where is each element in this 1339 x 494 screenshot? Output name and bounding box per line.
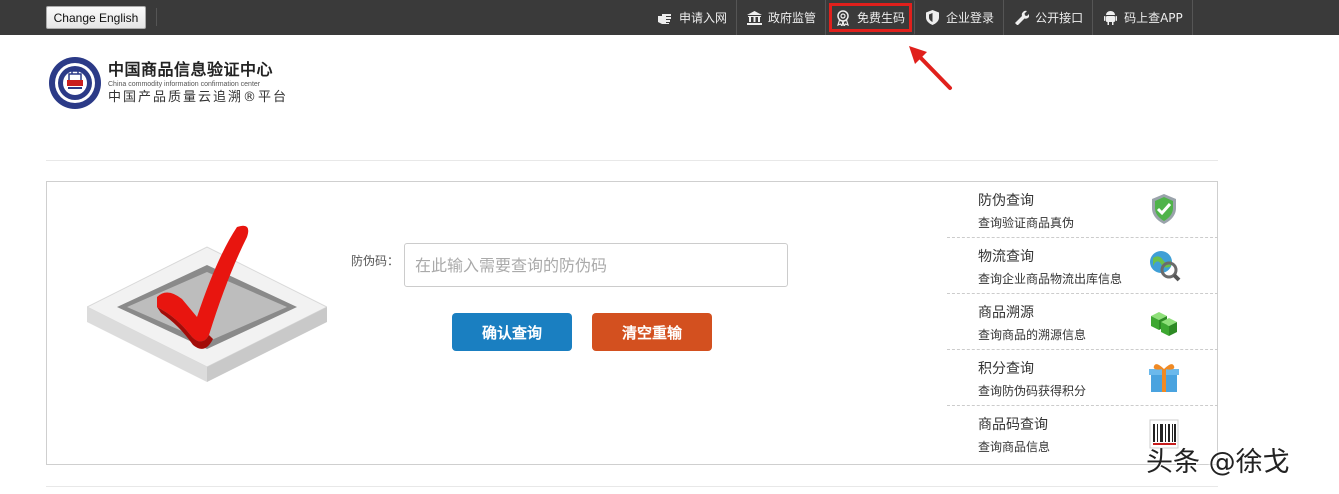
wrench-icon (1013, 10, 1029, 26)
query-type-menu: 防伪查询 查询验证商品真伪 物流查询 查询企业商品物流出库信息 商品溯源 查询商… (947, 182, 1218, 465)
menu-item-logistics-query[interactable]: 物流查询 查询企业商品物流出库信息 (947, 238, 1218, 294)
logo-platform: 中国产品质量云追溯®平台 (108, 90, 289, 105)
menu-item-title: 商品溯源 (978, 305, 1034, 321)
confirm-query-button[interactable]: 确认查询 (452, 313, 572, 351)
menu-item-title: 物流查询 (978, 249, 1034, 265)
query-panel: 防伪码： 确认查询 清空重输 防伪查询 查询验证商品真伪 物流查询 查询企业商品… (46, 181, 1218, 465)
nav-label: 免费生码 (857, 11, 906, 25)
top-bar: Change English 申请入网 政府监管 免费生码 企业登录 公开接口 … (0, 0, 1339, 35)
green-cubes-icon (1151, 312, 1177, 336)
menu-item-anti-fake-query[interactable]: 防伪查询 查询验证商品真伪 (947, 182, 1218, 238)
top-nav: 申请入网 政府监管 免费生码 企业登录 公开接口 码上查APP (648, 0, 1193, 35)
nav-government[interactable]: 政府监管 (737, 0, 827, 35)
hand-pointer-icon (657, 10, 673, 26)
gift-box-icon (1149, 364, 1179, 392)
logo-subtitle-en: China commodity information confirmation… (108, 81, 261, 88)
nav-label: 政府监管 (768, 11, 817, 25)
menu-item-title: 积分查询 (978, 361, 1034, 377)
shield-check-icon (1152, 194, 1176, 224)
nav-label: 公开接口 (1035, 11, 1084, 25)
government-building-icon (746, 10, 762, 26)
menu-item-traceability[interactable]: 商品溯源 查询商品的溯源信息 (947, 294, 1218, 350)
nav-app-download[interactable]: 码上查APP (1093, 0, 1193, 35)
menu-item-title: 防伪查询 (978, 193, 1034, 209)
footer-divider (46, 486, 1218, 487)
checkmark-illustration-icon (87, 225, 327, 382)
menu-item-desc: 查询商品信息 (978, 440, 1051, 454)
menu-item-desc: 查询商品的溯源信息 (978, 328, 1087, 342)
menu-item-desc: 查询企业商品物流出库信息 (978, 272, 1123, 286)
nav-free-code[interactable]: 免费生码 (826, 0, 916, 35)
separator (156, 8, 157, 26)
change-language-button[interactable]: Change English (46, 6, 146, 29)
logo-seal-icon (49, 57, 101, 109)
nav-open-api[interactable]: 公开接口 (1004, 0, 1094, 35)
nav-label: 码上查APP (1124, 11, 1183, 25)
nav-label: 申请入网 (679, 11, 728, 25)
anti-fake-code-input[interactable] (404, 243, 788, 287)
annotation-arrow-icon (909, 46, 952, 90)
menu-item-desc: 查询验证商品真伪 (978, 216, 1075, 230)
site-logo[interactable]: 中国商品信息验证中心 China commodity information c… (48, 56, 288, 110)
award-badge-icon (835, 9, 851, 26)
nav-apply-network[interactable]: 申请入网 (648, 0, 738, 35)
logo-title: 中国商品信息验证中心 (108, 60, 274, 79)
clear-reset-button[interactable]: 清空重输 (592, 313, 712, 351)
shield-icon (924, 10, 940, 26)
watermark-text: 头条 @徐戈 (1146, 447, 1290, 478)
globe-magnifier-icon (1150, 251, 1181, 282)
anti-fake-code-label: 防伪码： (351, 254, 400, 268)
nav-label: 企业登录 (946, 11, 995, 25)
menu-item-title: 商品码查询 (978, 417, 1048, 433)
android-icon (1102, 10, 1118, 26)
menu-item-points-query[interactable]: 积分查询 查询防伪码获得积分 (947, 350, 1218, 406)
header-divider (46, 160, 1218, 161)
menu-item-desc: 查询防伪码获得积分 (978, 384, 1087, 398)
nav-enterprise-login[interactable]: 企业登录 (915, 0, 1005, 35)
